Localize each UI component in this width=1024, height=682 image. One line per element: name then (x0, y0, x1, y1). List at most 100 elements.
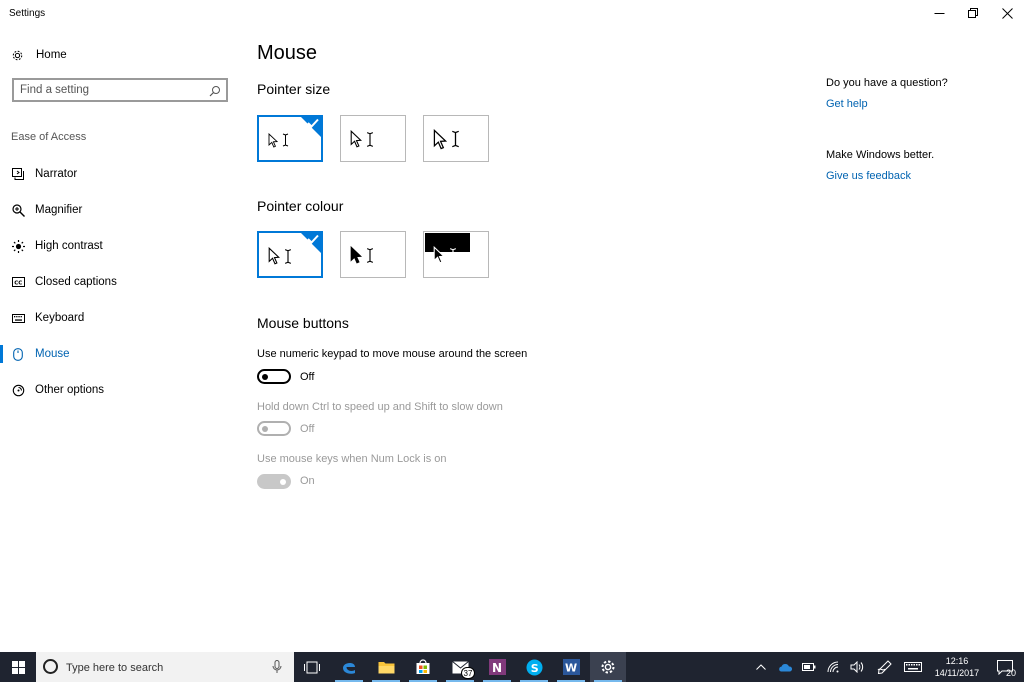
sidebar-item-narrator[interactable]: Narrator (0, 156, 240, 192)
word-icon: W (562, 659, 580, 675)
narrator-icon (11, 167, 25, 181)
battery-tray[interactable] (798, 652, 820, 682)
numeric-keypad-label: Use numeric keypad to move mouse around … (257, 348, 528, 360)
notification-count: 20 (1005, 668, 1016, 678)
skype-icon: S (526, 659, 542, 675)
give-feedback-link[interactable]: Give us feedback (826, 170, 911, 182)
sidebar-item-label: Mouse (35, 348, 70, 360)
sidebar-item-mouse[interactable]: Mouse (0, 336, 240, 372)
get-help-link[interactable]: Get help (826, 98, 868, 110)
onedrive-tray[interactable] (774, 652, 796, 682)
settings-app[interactable] (590, 652, 626, 682)
home-nav-item[interactable]: Home (11, 45, 67, 65)
wifi-icon (827, 661, 838, 673)
network-tray[interactable] (822, 652, 844, 682)
num-lock-label: Use mouse keys when Num Lock is on (257, 453, 447, 465)
minimize-button[interactable] (922, 0, 956, 26)
ctrl-shift-speed-state: Off (300, 423, 315, 435)
start-button[interactable] (0, 652, 36, 682)
section-label: Ease of Access (11, 131, 87, 143)
text-cursor-icon (449, 247, 457, 263)
restore-button[interactable] (956, 0, 990, 26)
pointer-colour-white[interactable] (257, 231, 323, 278)
feedback-heading: Make Windows better. (826, 149, 935, 161)
settings-gear-icon (601, 660, 615, 674)
find-setting-box[interactable] (12, 78, 228, 102)
taskbar-search[interactable] (36, 652, 294, 682)
pointer-preview (350, 244, 374, 266)
folder-icon (378, 662, 394, 674)
arrow-pointer-icon (268, 247, 280, 265)
clock-time: 12:16 (945, 656, 969, 666)
close-icon (1001, 7, 1013, 19)
arrow-pointer-icon (350, 246, 362, 264)
action-center-button[interactable]: 20 (990, 652, 1020, 682)
close-button[interactable] (990, 0, 1024, 26)
store-icon (416, 659, 430, 674)
svg-text:W: W (565, 662, 577, 675)
svg-text:N: N (492, 661, 502, 675)
keyboard-icon (11, 311, 25, 325)
taskbar-search-input[interactable] (66, 660, 266, 675)
show-hidden-icons-button[interactable] (752, 652, 770, 682)
find-setting-input[interactable] (20, 82, 200, 98)
clock[interactable]: 12:16 14/11/2017 (928, 655, 986, 681)
edge-icon (343, 662, 355, 674)
onenote-app[interactable]: N (479, 652, 515, 682)
mail-badge: 37 (461, 667, 475, 679)
page-title: Mouse (257, 42, 318, 64)
pointer-preview (268, 245, 292, 267)
pointer-preview (433, 244, 457, 266)
magnifier-icon (11, 203, 25, 217)
mouse-icon (11, 347, 25, 361)
cortana-icon (43, 659, 58, 674)
sidebar-item-keyboard[interactable]: Keyboard (0, 300, 240, 336)
ctrl-shift-speed-toggle[interactable] (257, 421, 291, 436)
ctrl-shift-speed-label: Hold down Ctrl to speed up and Shift to … (257, 401, 503, 413)
num-lock-toggle[interactable] (257, 474, 291, 489)
pointer-colour-inverted[interactable] (423, 231, 489, 278)
sidebar-item-magnifier[interactable]: Magnifier (0, 192, 240, 228)
sidebar-item-label: Other options (35, 384, 105, 396)
mail-app[interactable]: 37 (442, 652, 478, 682)
sidebar-item-label: Narrator (35, 168, 78, 180)
skype-app[interactable]: S (516, 652, 552, 682)
toggle-knob (262, 373, 268, 380)
task-view-button[interactable] (294, 652, 330, 682)
touch-keyboard-tray[interactable] (900, 652, 926, 682)
pen-workspace-tray[interactable] (872, 652, 896, 682)
window-title: Settings (9, 8, 46, 19)
pointer-size-option-2[interactable] (340, 115, 406, 162)
arrow-pointer-icon (433, 246, 445, 264)
nav-list: Narrator Magnifier High contrast CC Clos… (0, 156, 240, 408)
file-explorer-app[interactable] (368, 652, 404, 682)
pointer-size-heading: Pointer size (257, 81, 331, 97)
pointer-size-option-1[interactable] (257, 115, 323, 162)
edge-app[interactable] (331, 652, 367, 682)
sidebar-item-closed-captions[interactable]: CC Closed captions (0, 264, 240, 300)
word-app[interactable]: W (553, 652, 589, 682)
pointer-preview (268, 129, 289, 151)
numeric-keypad-toggle[interactable] (257, 369, 291, 384)
question-heading: Do you have a question? (826, 77, 948, 89)
pointer-preview (433, 128, 460, 150)
pointer-size-option-3[interactable] (423, 115, 489, 162)
arrow-pointer-icon (433, 128, 447, 149)
volume-tray[interactable] (846, 652, 868, 682)
pointer-colour-black[interactable] (340, 231, 406, 278)
text-cursor-icon (282, 133, 289, 147)
search-icon (209, 84, 221, 97)
store-app[interactable] (405, 652, 441, 682)
microphone-icon[interactable] (272, 660, 282, 674)
home-label: Home (36, 49, 67, 61)
text-cursor-icon (452, 130, 459, 148)
taskbar: 37 N S W 12:16 14/11/2017 20 (0, 652, 1024, 682)
sidebar-item-high-contrast[interactable]: High contrast (0, 228, 240, 264)
svg-text:CC: CC (14, 280, 22, 286)
pen-icon (877, 660, 892, 674)
num-lock-state: On (300, 475, 315, 487)
sidebar-item-other-options[interactable]: Other options (0, 372, 240, 408)
mouse-buttons-heading: Mouse buttons (257, 315, 349, 331)
sidebar-item-label: Closed captions (35, 276, 117, 288)
numeric-keypad-state: Off (300, 371, 315, 383)
